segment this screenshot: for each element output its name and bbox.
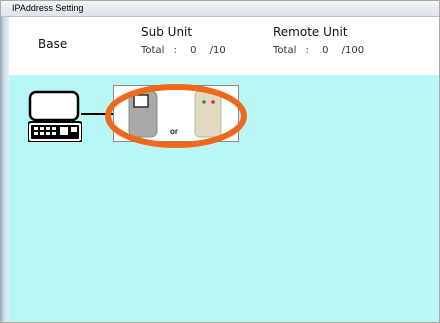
sub-unit-total-label: Total — [141, 45, 165, 56]
remote-unit-total-max: /100 — [341, 45, 365, 56]
sub-unit-column-title: Sub Unit — [141, 25, 193, 39]
window-left-edge — [1, 1, 9, 322]
remote-unit-total-count: 0 — [322, 45, 329, 56]
remote-unit-total-label: Total — [273, 45, 297, 56]
sub-unit-total-max: /10 — [209, 45, 226, 56]
base-controller-icon[interactable] — [28, 90, 82, 142]
remote-unit-total: Total : 0 /100 — [273, 45, 364, 56]
sub-unit-total: Total : 0 /10 — [141, 45, 226, 56]
base-column-title: Base — [38, 37, 68, 51]
highlight-ellipse — [105, 84, 247, 148]
title-bar[interactable]: IPAddress Setting — [1, 1, 439, 17]
sub-unit-total-count: 0 — [190, 45, 197, 56]
remote-unit-total-separator: : — [305, 45, 309, 56]
window-title: IPAddress Setting — [12, 3, 84, 13]
ipaddress-setting-window: IPAddress Setting Base Sub Unit Total : … — [0, 0, 440, 323]
remote-unit-column-title: Remote Unit — [273, 25, 348, 39]
sub-unit-total-separator: : — [173, 45, 177, 56]
